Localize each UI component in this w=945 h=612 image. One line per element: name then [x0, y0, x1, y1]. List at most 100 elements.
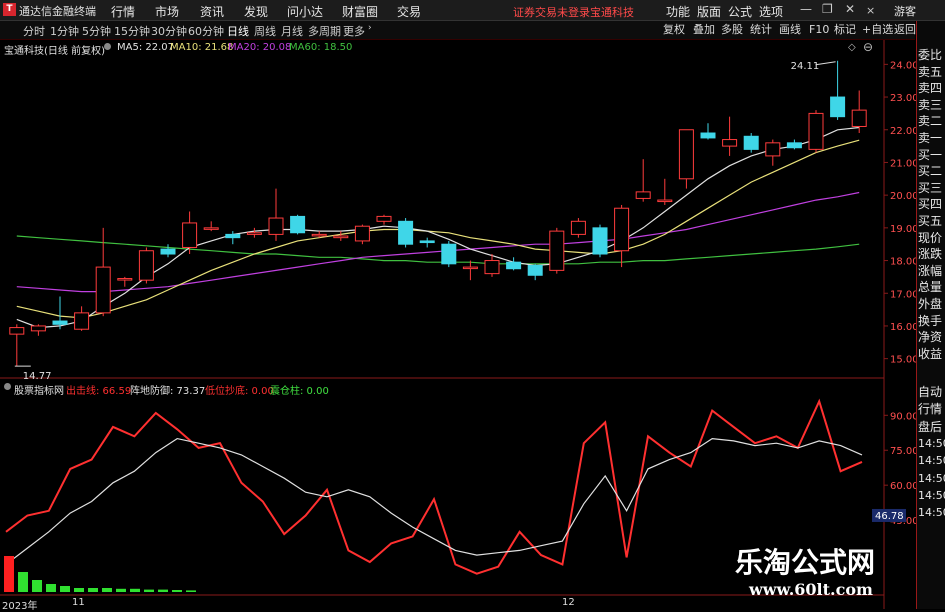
- ma5-line: [16, 126, 860, 329]
- right-panel-label[interactable]: 现价: [918, 230, 942, 246]
- shakeout-bar: [74, 588, 84, 592]
- shakeout-bar: [18, 572, 28, 592]
- candle-body-down: [743, 135, 759, 150]
- right-panel-label[interactable]: 14:50: [918, 471, 945, 487]
- right-panel-label[interactable]: 涨幅: [918, 263, 942, 279]
- shakeout-bar: [172, 590, 182, 592]
- ma10-line: [16, 139, 860, 319]
- candle-body-up: [354, 225, 370, 242]
- candle-body-down: [160, 248, 176, 255]
- indicator-settings-dot-icon[interactable]: [4, 383, 11, 390]
- chart-stock-title: 宝通科技(日线 前复权): [4, 46, 105, 57]
- right-panel-label[interactable]: 净资: [918, 329, 942, 345]
- settings-dot-icon[interactable]: [104, 43, 111, 50]
- candle-body-down: [506, 261, 522, 270]
- shakeout-bar: [130, 588, 140, 592]
- zoom-out-icon[interactable]: ⊖: [863, 40, 873, 54]
- candle-body-up: [182, 222, 198, 248]
- right-panel-label[interactable]: 外盘: [918, 296, 942, 312]
- shakeout-bar: [116, 588, 126, 592]
- right-panel-label[interactable]: 收益: [918, 346, 942, 362]
- candle-body-down: [419, 240, 435, 244]
- indicator-name[interactable]: 股票指标网: [14, 382, 64, 397]
- right-panel-label[interactable]: 委比: [918, 47, 942, 63]
- right-panel-label[interactable]: 总量: [918, 279, 942, 295]
- indicator-tick-label: 90.00: [890, 411, 919, 422]
- candle-body-up: [95, 266, 111, 314]
- right-panel-label[interactable]: 卖一: [918, 130, 942, 146]
- ma20-legend: MA20: 20.08: [228, 42, 292, 53]
- price-tick-label: 20.00: [890, 191, 919, 202]
- watermark-title: 乐淘公式网: [735, 546, 876, 579]
- right-panel-label[interactable]: 卖五: [918, 64, 942, 80]
- candle-body-up: [851, 109, 867, 127]
- candle-body-down: [786, 142, 802, 149]
- attack-line: [5, 398, 863, 575]
- candle-body-up: [30, 325, 46, 332]
- right-panel-label[interactable]: 卖三: [918, 97, 942, 113]
- candle-body-up: [484, 260, 500, 275]
- right-panel-label[interactable]: 买四: [918, 196, 942, 212]
- ma10-legend: MA10: 21.68: [170, 42, 234, 53]
- shakeout-bar: [32, 580, 42, 592]
- right-panel-label[interactable]: 卖四: [918, 80, 942, 96]
- right-panel-label[interactable]: 自动: [918, 384, 942, 400]
- price-tick-label: 19.00: [890, 224, 919, 235]
- candle-body-down: [52, 320, 68, 325]
- candle-body-up: [657, 199, 673, 203]
- candle-body-down: [527, 264, 543, 276]
- right-panel-label[interactable]: 14:50: [918, 488, 945, 504]
- price-tick-label: 18.00: [890, 257, 919, 268]
- candle-body-down: [290, 215, 306, 234]
- price-tick-label: 17.00: [890, 289, 919, 300]
- low-price-label: 14.77: [23, 371, 52, 382]
- right-panel-label[interactable]: 换手: [918, 313, 942, 329]
- candle-body-up: [678, 129, 694, 180]
- right-panel-label[interactable]: 涨跌: [918, 246, 942, 262]
- right-panel-label[interactable]: 14:50: [918, 505, 945, 521]
- price-tick-label: 21.00: [890, 158, 919, 169]
- candle-body-up: [614, 207, 630, 252]
- indicator-defense-legend: 阵地防御: 73.37: [130, 386, 206, 397]
- price-tick-label: 23.00: [890, 93, 919, 104]
- right-panel-label[interactable]: 买五: [918, 213, 942, 229]
- candle-body-up: [203, 227, 219, 230]
- indicator-tick-label: 60.00: [890, 481, 919, 492]
- right-panel-label[interactable]: 14:50: [918, 436, 945, 452]
- right-panel-label[interactable]: 盘后: [918, 419, 942, 435]
- candle-body-up: [9, 327, 25, 335]
- right-panel-label[interactable]: 买一: [918, 147, 942, 163]
- candle-body-up: [333, 235, 349, 239]
- indicator-tick-label: 75.00: [890, 446, 919, 457]
- candle-body-up: [138, 250, 154, 281]
- diamond-icon[interactable]: ◇: [848, 42, 856, 53]
- indicator-attack-line-legend: 出击线: 66.59: [66, 386, 132, 397]
- ma60-legend: MA60: 18.50: [289, 42, 353, 53]
- right-panel-label[interactable]: 买二: [918, 163, 942, 179]
- price-tick-label: 24.00: [890, 60, 919, 71]
- shakeout-bar: [60, 586, 70, 592]
- right-panel-label[interactable]: 买三: [918, 180, 942, 196]
- right-panel-label[interactable]: 卖二: [918, 113, 942, 129]
- candle-body-up: [808, 112, 824, 150]
- candle-body-down: [700, 132, 716, 139]
- shakeout-bar: [88, 588, 98, 592]
- right-panel-label[interactable]: 行情: [918, 401, 942, 417]
- watermark-url: www.60lt.com: [749, 580, 873, 599]
- candle-body-up: [765, 142, 781, 157]
- ma5-legend: MA5: 22.07: [117, 42, 175, 53]
- candle-body-down: [398, 220, 414, 245]
- candle-body-up: [74, 312, 90, 330]
- right-panel-label[interactable]: 14:50: [918, 453, 945, 469]
- indicator-shakeout-legend: 震仓柱: 0.00: [270, 386, 329, 397]
- shakeout-bar: [46, 584, 56, 592]
- date-label-dec: 12: [562, 597, 575, 608]
- candle-body-up: [462, 266, 478, 270]
- price-tick-label: 22.00: [890, 126, 919, 137]
- date-label-year: 2023年: [2, 601, 38, 612]
- candle-body-up: [117, 278, 133, 281]
- price-tick-label: 15.00: [890, 355, 919, 366]
- candle-body-down: [441, 243, 457, 265]
- candle-body-down: [830, 96, 846, 118]
- chart-canvas[interactable]: 24.00 23.00 22.00 21.00 20.00 19.00 18.00 17.00…: [0, 0, 945, 609]
